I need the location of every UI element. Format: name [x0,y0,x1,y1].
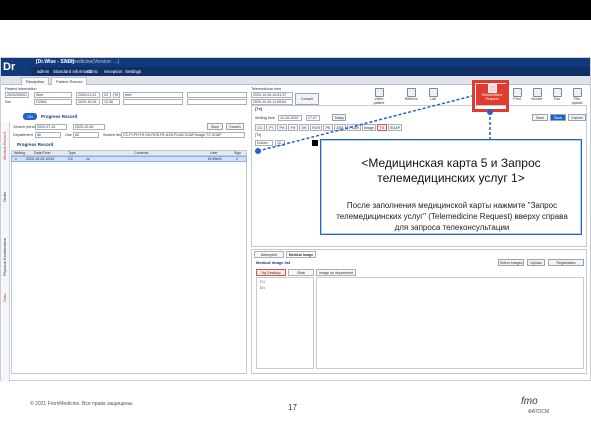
connector-dot [487,109,493,115]
callout-body: После заполнения медицинской карты нажми… [336,201,568,232]
footer-copyright: © 2021 FromMedicine. Все права защищены. [30,401,134,407]
brand-logo: fmo [521,396,538,407]
brand-subtitle: ФАТОСМ [528,409,550,415]
callout-box: <Медицинская карта 5 и Запрос телемедици… [320,139,582,235]
page-number: 17 [288,403,297,412]
callout-title: <Медицинская карта 5 и Запрос телемедици… [361,156,541,185]
connector-dot [255,148,261,154]
app-logo: Dr [1,58,31,76]
slide: [Dr.Wise - SADI] Telemedicine(Version: .… [0,0,591,443]
